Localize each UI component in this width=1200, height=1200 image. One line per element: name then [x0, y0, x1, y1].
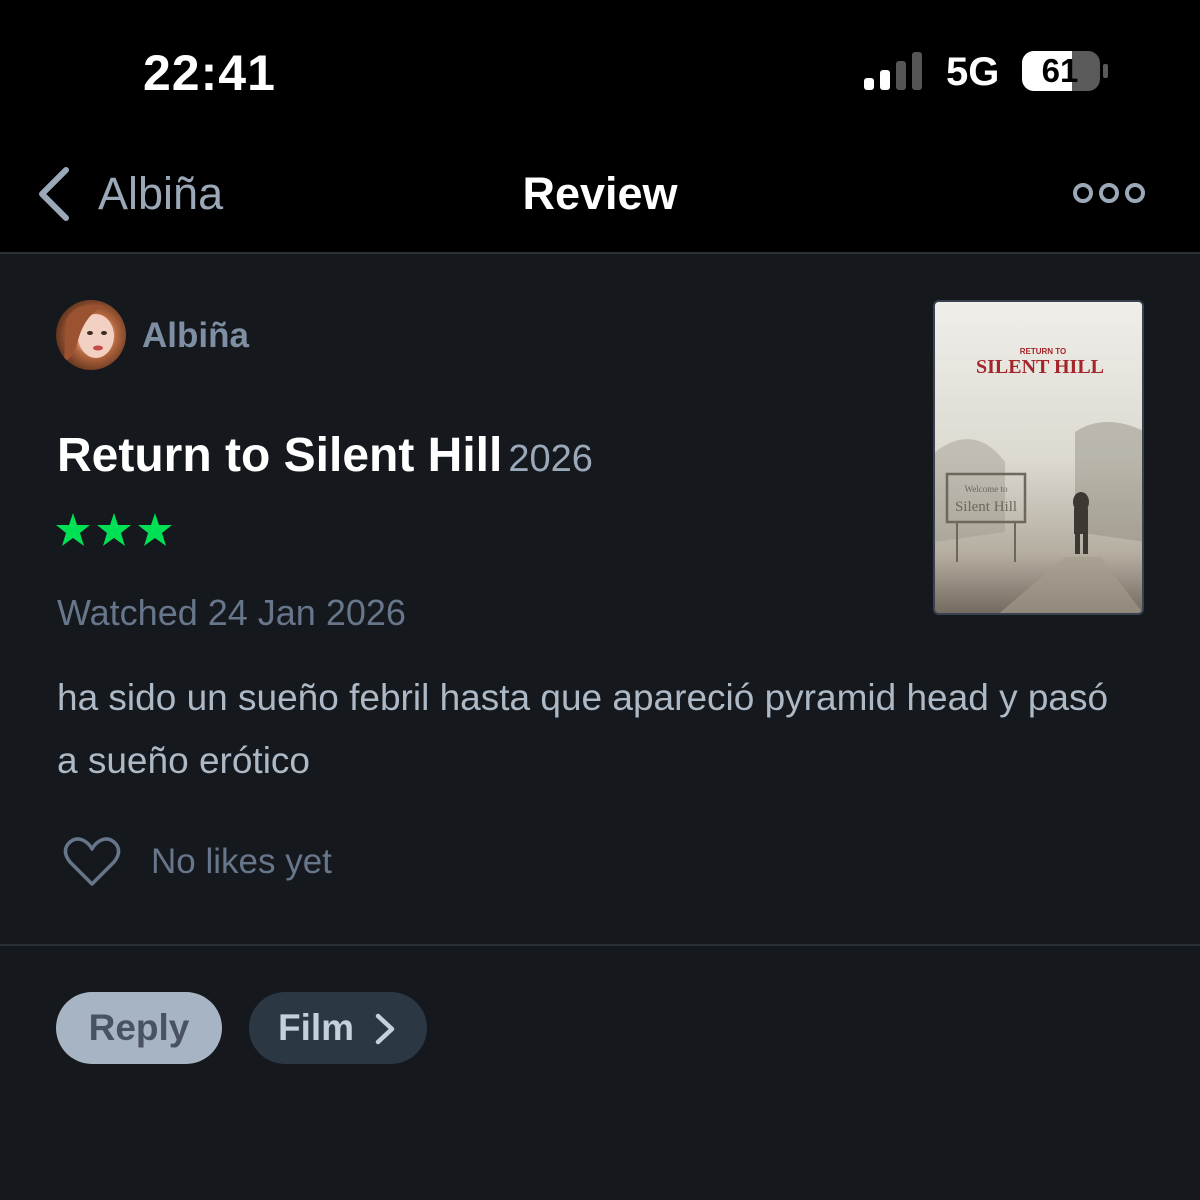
review-text: ha sido un sueño febril hasta que aparec… [57, 677, 1109, 781]
avatar[interactable] [56, 300, 126, 370]
cellular-signal-icon [864, 52, 922, 90]
heart-icon[interactable] [62, 836, 122, 888]
chevron-right-icon [375, 1013, 395, 1045]
review-content: Albiña Return to Silent Hill 2026 Watched… [0, 256, 1200, 946]
signal-bar [880, 70, 890, 90]
star-rating [56, 513, 172, 546]
signal-bar [896, 61, 906, 90]
film-title[interactable]: Return to Silent Hill [57, 429, 502, 482]
page-title: Review [522, 168, 678, 219]
poster-art: RETURN TO SILENT HILL Welcome to Silent … [935, 302, 1142, 613]
film-button-label: Film [278, 1007, 355, 1048]
film-poster[interactable]: RETURN TO SILENT HILL Welcome to Silent … [933, 300, 1144, 615]
film-year: 2026 [508, 438, 593, 480]
poster-sign-line2: Silent Hill [955, 499, 1017, 515]
more-options-icon[interactable] [1072, 178, 1146, 208]
signal-bar [864, 78, 874, 90]
reply-button[interactable]: Reply [56, 992, 222, 1064]
film-title-line[interactable]: Return to Silent Hill 2026 [57, 428, 593, 483]
star-icon [56, 513, 90, 546]
signal-bar [912, 52, 922, 90]
film-button[interactable]: Film [249, 992, 427, 1064]
network-type: 5G [946, 50, 1000, 94]
avatar-portrait [64, 304, 114, 362]
poster-title: SILENT HILL [976, 356, 1104, 378]
watched-date: Watched 24 Jan 2026 [57, 592, 406, 633]
star-icon [97, 513, 131, 546]
navigation-bar: Albiña Review [0, 130, 1200, 254]
poster-sign-line1: Welcome to [964, 484, 1008, 494]
battery-level: 61 [1041, 52, 1079, 89]
divider [0, 944, 1200, 946]
star-icon [138, 513, 172, 546]
likes-count: No likes yet [151, 842, 332, 881]
status-time: 22:41 [143, 45, 276, 101]
status-bar: 22:41 5G 61 [0, 0, 1200, 130]
poster-tagline: RETURN TO [1020, 347, 1067, 356]
review-author[interactable]: Albiña [142, 316, 249, 356]
